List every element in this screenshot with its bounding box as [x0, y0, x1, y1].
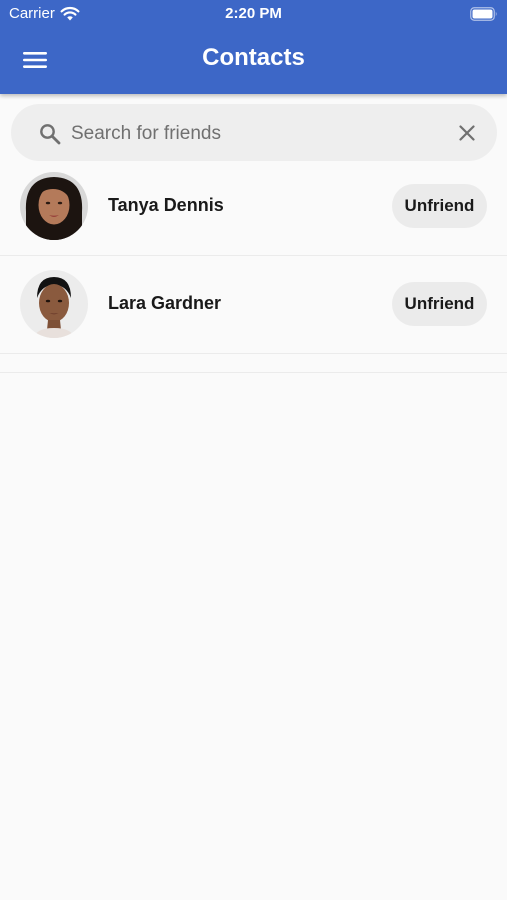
battery-icon: [470, 7, 497, 21]
close-icon: [459, 125, 475, 141]
nav-bar: Contacts: [0, 30, 507, 90]
menu-icon: [23, 52, 47, 68]
avatar: [20, 270, 88, 338]
contact-name: Lara Gardner: [108, 293, 222, 313]
status-bar: Carrier 2:20 PM: [0, 0, 507, 28]
contact-list: Tanya Dennis Unfriend Lara Gardner Unfri…: [0, 158, 507, 354]
search-icon: [40, 124, 61, 145]
status-time: 2:20 PM: [225, 5, 282, 22]
menu-button[interactable]: [18, 44, 52, 76]
contact-photo: [20, 270, 88, 338]
contact-name: Tanya Dennis: [108, 195, 224, 215]
unfriend-button[interactable]: Unfriend: [392, 282, 487, 326]
contact-row[interactable]: Lara Gardner Unfriend: [0, 256, 507, 354]
search-bar: [11, 104, 497, 161]
contact-row[interactable]: Tanya Dennis Unfriend: [0, 158, 507, 256]
clear-search-button[interactable]: [453, 119, 481, 147]
unfriend-button[interactable]: Unfriend: [392, 184, 487, 228]
avatar: [20, 172, 88, 240]
page-title: Contacts: [202, 44, 305, 71]
search-input[interactable]: [69, 116, 443, 152]
app-header: Carrier 2:20 PM Contacts: [0, 0, 507, 94]
contact-photo: [20, 172, 88, 240]
divider: [0, 372, 507, 373]
